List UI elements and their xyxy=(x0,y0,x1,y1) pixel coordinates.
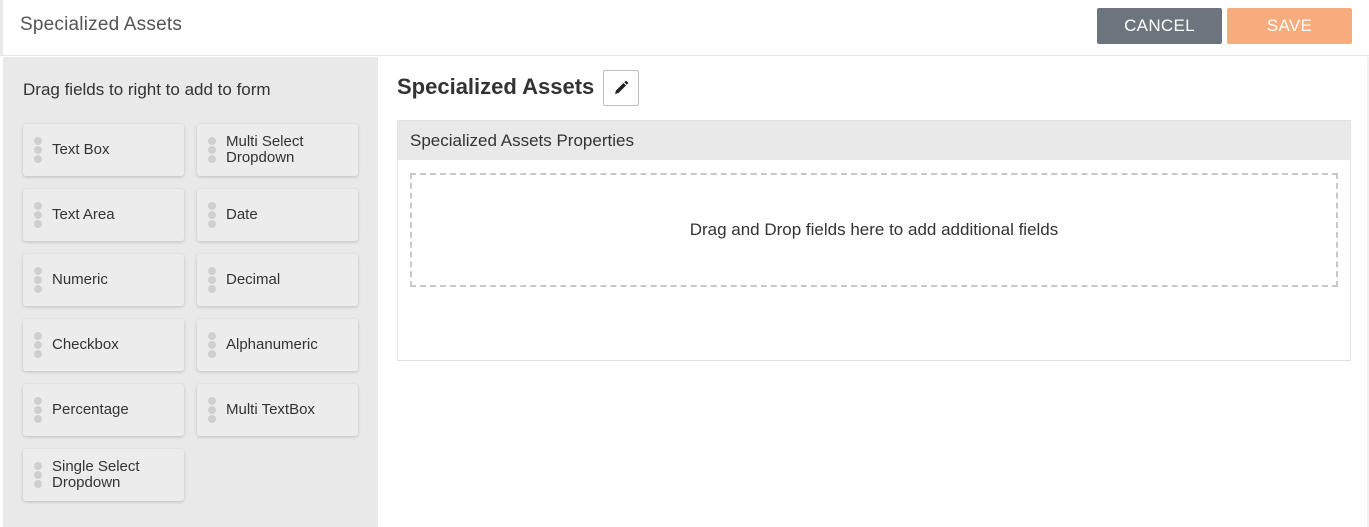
field-label: Multi TextBox xyxy=(226,401,315,418)
field-percentage[interactable]: Percentage xyxy=(23,384,184,436)
palette-instruction: Drag fields to right to add to form xyxy=(23,80,271,99)
pencil-icon xyxy=(615,80,629,94)
top-bar: Specialized Assets CANCEL SAVE xyxy=(0,0,1369,56)
field-palette: Drag fields to right to add to form Text… xyxy=(3,57,378,527)
edit-title-button[interactable] xyxy=(603,70,639,106)
field-label: Text Box xyxy=(52,141,110,158)
drag-handle-icon[interactable] xyxy=(208,332,216,358)
drop-zone-text: Drag and Drop fields here to add additio… xyxy=(689,220,1059,239)
field-multi-textbox[interactable]: Multi TextBox xyxy=(197,384,358,436)
drag-handle-icon[interactable] xyxy=(34,462,42,488)
form-builder-canvas: Specialized Assets Specialized Assets Pr… xyxy=(378,57,1369,527)
field-label: Single Select Dropdown xyxy=(52,458,140,491)
drag-handle-icon[interactable] xyxy=(208,397,216,423)
cancel-button[interactable]: CANCEL xyxy=(1097,8,1222,44)
drag-handle-icon[interactable] xyxy=(34,397,42,423)
field-label: Alphanumeric xyxy=(226,336,318,353)
field-numeric[interactable]: Numeric xyxy=(23,254,184,306)
field-label: Percentage xyxy=(52,401,129,418)
drag-handle-icon[interactable] xyxy=(208,267,216,293)
field-date[interactable]: Date xyxy=(197,189,358,241)
field-label: Numeric xyxy=(52,271,108,288)
drag-handle-icon[interactable] xyxy=(208,202,216,228)
field-label: Multi Select Dropdown xyxy=(226,133,304,166)
field-decimal[interactable]: Decimal xyxy=(197,254,358,306)
save-button[interactable]: SAVE xyxy=(1227,8,1352,44)
field-label: Checkbox xyxy=(52,336,119,353)
field-text-box[interactable]: Text Box xyxy=(23,124,184,176)
page-title: Specialized Assets xyxy=(20,14,183,35)
field-label: Decimal xyxy=(226,271,281,288)
drag-handle-icon[interactable] xyxy=(34,332,42,358)
field-multi-select-dropdown[interactable]: Multi Select Dropdown xyxy=(197,124,358,176)
drop-zone[interactable]: Drag and Drop fields here to add additio… xyxy=(410,173,1338,287)
drag-handle-icon[interactable] xyxy=(34,267,42,293)
field-text-area[interactable]: Text Area xyxy=(23,189,184,241)
field-checkbox[interactable]: Checkbox xyxy=(23,319,184,371)
section-title: Specialized Assets Properties xyxy=(410,131,634,150)
field-alphanumeric[interactable]: Alphanumeric xyxy=(197,319,358,371)
section-header: Specialized Assets Properties xyxy=(398,121,1350,160)
left-edge-divider xyxy=(0,0,3,56)
field-label: Date xyxy=(226,206,258,223)
field-single-select-dropdown[interactable]: Single Select Dropdown xyxy=(23,449,184,501)
field-label: Text Area xyxy=(52,206,115,223)
form-title: Specialized Assets xyxy=(397,74,595,99)
form-section: Specialized Assets Properties Drag and D… xyxy=(397,120,1351,361)
drag-handle-icon[interactable] xyxy=(34,202,42,228)
drag-handle-icon[interactable] xyxy=(34,137,42,163)
drag-handle-icon[interactable] xyxy=(208,137,216,163)
